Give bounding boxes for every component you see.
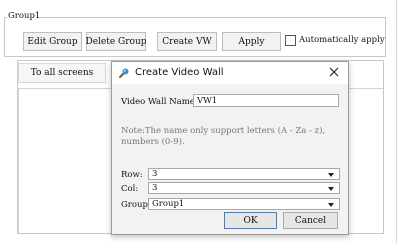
group-box-title: Group1 — [8, 11, 41, 21]
close-icon[interactable] — [327, 65, 341, 79]
name-note: Note:The name only support letters (A - … — [121, 126, 326, 147]
ok-button[interactable]: OK — [224, 212, 277, 229]
chevron-down-icon — [328, 203, 334, 207]
create-video-wall-dialog: Create Video Wall Video Wall Name: VW1 N… — [111, 61, 349, 235]
video-wall-name-value: VW1 — [197, 96, 218, 106]
row-label: Row: — [121, 170, 143, 180]
video-wall-name-input[interactable]: VW1 — [193, 94, 339, 107]
col-select[interactable]: 3 — [148, 182, 340, 194]
group-label: Group: — [121, 200, 151, 210]
col-label: Col: — [121, 184, 139, 194]
video-wall-name-label: Video Wall Name: — [121, 97, 198, 107]
to-all-screens-button[interactable]: To all screens — [18, 63, 106, 83]
apply-button[interactable]: Apply — [222, 32, 281, 51]
auto-apply-checkbox[interactable] — [285, 35, 296, 46]
chevron-down-icon — [328, 173, 334, 177]
group-box-top-line-left — [4, 17, 7, 18]
chevron-down-icon — [328, 187, 334, 191]
group-box-top-line-right — [38, 17, 386, 18]
create-vw-button[interactable]: Create VW — [157, 32, 217, 51]
row-select[interactable]: 3 — [148, 168, 340, 180]
edit-group-button[interactable]: Edit Group — [23, 32, 82, 51]
delete-group-button[interactable]: Delete Group — [85, 32, 147, 51]
row-select-value: 3 — [152, 169, 158, 179]
auto-apply-label: Automatically apply — [299, 35, 385, 45]
cancel-button[interactable]: Cancel — [283, 212, 338, 229]
group-select[interactable]: Group1 — [148, 198, 340, 210]
dialog-title: Create Video Wall — [135, 67, 224, 78]
right-separator — [396, 0, 397, 243]
group-select-value: Group1 — [152, 199, 185, 209]
video-wall-icon — [118, 67, 130, 79]
col-select-value: 3 — [152, 183, 158, 193]
